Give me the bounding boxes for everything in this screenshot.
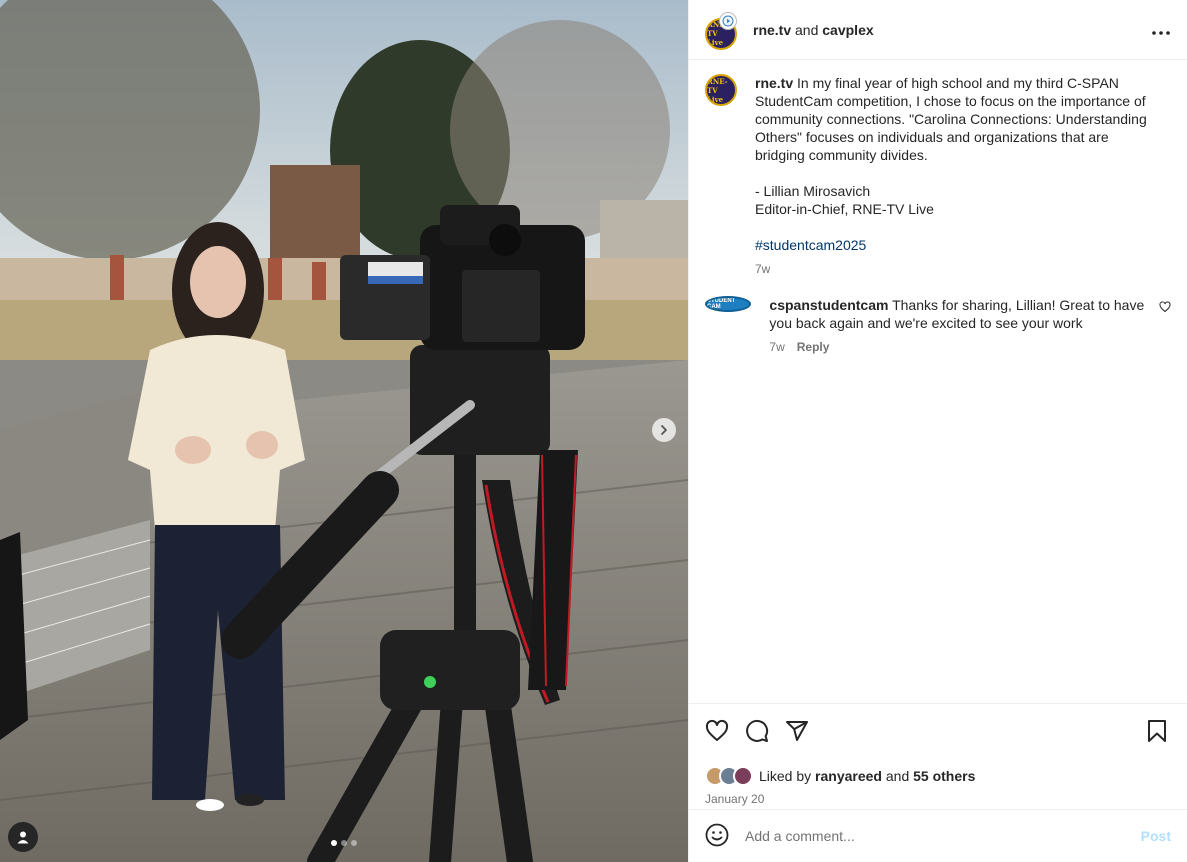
like-button[interactable] [705, 716, 745, 746]
likes-conjunction: and [885, 768, 910, 784]
collab-avatar[interactable] [719, 11, 737, 30]
likes-text: Liked by ranyareed and 55 others [759, 768, 975, 784]
post-media[interactable] [0, 0, 688, 862]
caption-text: In my final year of high school and my t… [755, 75, 1147, 163]
post-date[interactable]: January 20 [705, 792, 1171, 806]
more-icon [1152, 31, 1170, 35]
carousel-next-button[interactable] [652, 418, 676, 442]
comment-age[interactable]: 7w [769, 338, 784, 356]
carousel-dot [341, 840, 347, 846]
user-tag-icon [17, 831, 29, 844]
comment-icon [746, 719, 769, 742]
post-details-panel: RNE-TV Live rne.tv and cavplex RNE-TV Li… [688, 0, 1187, 862]
tagged-users-button[interactable] [8, 822, 38, 852]
comment-input[interactable] [745, 828, 1141, 844]
likes-count-link[interactable]: 55 others [913, 768, 975, 784]
caption-paragraph: rne.tv In my final year of high school a… [755, 74, 1150, 164]
post-actions: Liked by ranyareed and 55 others January… [689, 703, 1187, 806]
comment-composer: Post [689, 809, 1187, 862]
heart-icon [705, 719, 729, 741]
post-comment-button[interactable]: Post [1141, 828, 1171, 844]
caption-body: rne.tv In my final year of high school a… [755, 74, 1150, 278]
liker-avatars[interactable] [705, 766, 753, 786]
first-liker-link[interactable]: ranyareed [815, 768, 882, 784]
comments-list[interactable]: RNE-TV Live rne.tv In my final year of h… [689, 60, 1187, 703]
comment-button[interactable] [745, 716, 785, 746]
caption: RNE-TV Live rne.tv In my final year of h… [705, 74, 1171, 278]
post-photo [0, 0, 688, 862]
comment-meta: 7w Reply [769, 338, 1153, 356]
avatar[interactable]: STUDENT CAM [705, 296, 752, 312]
post-authors: rne.tv and cavplex [753, 22, 1149, 38]
liker-avatar [733, 766, 753, 786]
caption-signature-name: - Lillian Mirosavich [755, 183, 871, 199]
emoji-button[interactable] [705, 823, 731, 849]
reply-button[interactable]: Reply [797, 338, 830, 356]
comment-username[interactable]: cspanstudentcam [769, 297, 888, 313]
caption-meta: 7w [755, 260, 1150, 278]
avatar-text: STUDENT CAM [707, 298, 736, 310]
authors-conjunction: and [795, 21, 819, 38]
author-link[interactable]: rne.tv [753, 22, 791, 38]
post-header: RNE-TV Live rne.tv and cavplex [689, 0, 1187, 60]
caption-age[interactable]: 7w [755, 260, 770, 278]
avatar[interactable]: RNE-TV Live [705, 74, 737, 106]
share-button[interactable] [785, 716, 825, 746]
play-icon [722, 15, 734, 26]
carousel-indicator [0, 840, 688, 846]
comment-like-button[interactable] [1159, 300, 1171, 318]
comment-item: STUDENT CAM cspanstudentcam Thanks for s… [705, 296, 1171, 356]
heart-icon [1159, 301, 1171, 313]
avatar-text: RNE-TV Live [707, 76, 728, 104]
collab-avatars[interactable]: RNE-TV Live [705, 11, 741, 50]
emoji-icon [705, 823, 729, 847]
likes-summary: Liked by ranyareed and 55 others [705, 766, 1171, 786]
bookmark-icon [1148, 720, 1166, 742]
comment-body: cspanstudentcam Thanks for sharing, Lill… [769, 296, 1153, 356]
share-icon [786, 721, 808, 741]
carousel-dot [331, 840, 337, 846]
hashtag-link[interactable]: #studentcam2025 [755, 236, 1150, 254]
more-options-button[interactable] [1149, 19, 1173, 40]
caption-signature-title: Editor-in-Chief, RNE-TV Live [755, 201, 934, 217]
carousel-dot [351, 840, 357, 846]
save-button[interactable] [1147, 716, 1171, 746]
likes-prefix: Liked by [759, 768, 812, 784]
chevron-right-icon [661, 425, 667, 435]
collab-author-link[interactable]: cavplex [822, 22, 873, 38]
action-bar [705, 716, 1171, 746]
caption-username[interactable]: rne.tv [755, 75, 793, 91]
